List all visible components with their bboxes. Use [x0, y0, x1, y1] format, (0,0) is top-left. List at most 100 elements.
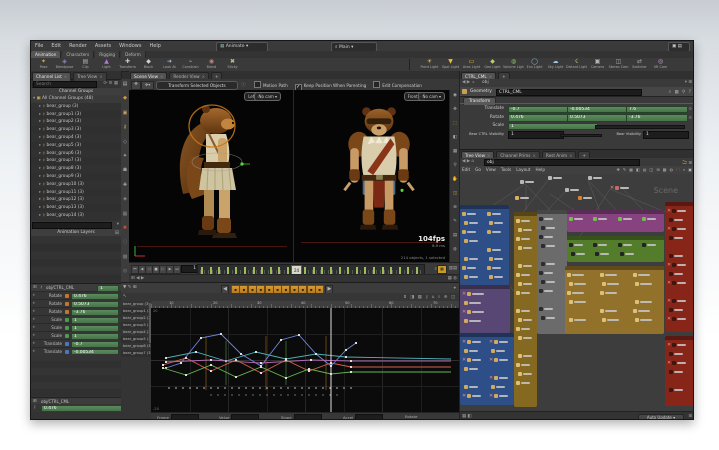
shelf-tool-stereo-cam[interactable]: ◫Stereo Cam [608, 58, 629, 71]
network-node[interactable] [464, 239, 478, 243]
param-field[interactable]: 0.476 [508, 114, 570, 122]
network-node[interactable] [520, 180, 534, 184]
keyframe-tick[interactable] [321, 267, 323, 274]
shelf-tool-sky-light[interactable]: ☁Sky Light [545, 58, 566, 71]
param-nav-right-icons[interactable]: ▾ ⊞ [685, 80, 692, 85]
strip-icon-10[interactable]: ✖ [121, 225, 129, 233]
network-node[interactable] [518, 372, 532, 376]
network-node[interactable] [541, 244, 555, 248]
net-menu-view[interactable]: View [486, 167, 496, 172]
network-node[interactable] [518, 354, 532, 358]
network-node[interactable]: ✕ [667, 343, 686, 347]
strip-icon-6[interactable]: ☗ [121, 167, 129, 175]
shelf-tool-spot-light[interactable]: ▼Spot Light [440, 58, 461, 71]
network-node[interactable] [462, 212, 476, 216]
keyframe-tick[interactable] [399, 267, 401, 274]
network-node[interactable] [462, 266, 476, 270]
check-keep-position-when-parenting[interactable]: ✓Keep Position When Parenting [295, 83, 367, 88]
move-tool-icon[interactable]: ✥ [131, 81, 141, 90]
network-node[interactable] [633, 273, 650, 277]
network-node[interactable] [569, 243, 583, 247]
keyframe-tick[interactable] [364, 267, 366, 274]
tree-item[interactable]: ▸ ⚷ bear_group1 (3) [31, 111, 121, 119]
network-node[interactable] [588, 176, 602, 180]
network-node[interactable] [567, 273, 584, 277]
shelf-tab-rigging[interactable]: Rigging [95, 51, 120, 58]
key-toggle-button[interactable]: ▦ [437, 265, 447, 274]
menu-windows[interactable]: Windows [115, 41, 145, 49]
param-menu-icon[interactable]: ⚙ [688, 115, 692, 120]
net-toolbar-icon-5[interactable]: ◫ [650, 167, 654, 172]
tree-item[interactable]: ▸ ⚷ bear_group6 (3) [31, 150, 121, 158]
keyframe-tick[interactable] [253, 267, 255, 274]
network-node[interactable] [487, 212, 501, 216]
network-node[interactable] [569, 318, 586, 322]
menu-file[interactable]: File [31, 41, 47, 49]
network-node[interactable] [600, 291, 617, 295]
network-node[interactable] [669, 370, 683, 374]
anim-group-item[interactable]: bear_group5 (3) [121, 336, 151, 343]
network-node[interactable] [635, 282, 652, 286]
tree-item[interactable]: ▸ ⚷ bear_group14 (3) [31, 212, 121, 220]
network-node[interactable]: ✕ [489, 358, 508, 362]
shelf-tool-look-at[interactable]: ➜Look At [159, 58, 180, 71]
filter-icon[interactable]: ▾ [117, 222, 119, 227]
net-status-left-icons[interactable]: ▦ ◧ [462, 414, 472, 419]
shelf-tool-blendpose[interactable]: ◈Blendpose [54, 58, 75, 71]
menu-help[interactable]: Help [145, 41, 164, 49]
network-node[interactable] [593, 217, 607, 221]
network-node[interactable] [464, 221, 478, 225]
keyframe-tick[interactable] [313, 267, 315, 274]
network-node[interactable] [635, 318, 652, 322]
keyframe-tick[interactable] [382, 267, 384, 274]
tree-item[interactable]: ▸ ⚷ bear_group12 (3) [31, 196, 121, 204]
strip-icon-9[interactable]: ▦ [121, 211, 129, 219]
strip-icon-11[interactable]: ◌ [121, 239, 129, 247]
net-toolbar-icon-2[interactable]: ▦ [629, 167, 633, 172]
network-node[interactable]: ✕ [667, 227, 686, 231]
net-toolbar-icon-11[interactable]: ▣ [688, 167, 692, 172]
menu-render[interactable]: Render [65, 41, 91, 49]
param-field[interactable]: -0.7 [508, 106, 570, 114]
character-side-view[interactable] [157, 98, 267, 248]
footer-value-field[interactable]: 0.476 [41, 405, 123, 412]
network-node[interactable] [539, 235, 553, 239]
tree-item[interactable]: ▸ ⚷ bear_group5 (3) [31, 142, 121, 150]
net-toolbar-icon-10[interactable]: ⌕ [683, 167, 685, 172]
netbox-1[interactable]: ✕✕ [460, 285, 510, 333]
shelf-tool-blend[interactable]: ◉Blend [201, 58, 222, 71]
network-node[interactable] [516, 309, 530, 313]
netbox-titlebar[interactable] [460, 205, 509, 209]
keyframe-tick[interactable] [373, 267, 375, 274]
key-icon[interactable]: ⚷ [33, 405, 36, 410]
network-node[interactable] [518, 282, 532, 286]
transform-selected-button[interactable]: Transform Selected Objects [156, 81, 238, 90]
viewport-display-icon-10[interactable]: ▤ [451, 233, 459, 241]
keyframe-tick[interactable] [390, 267, 392, 274]
channel-row[interactable]: ▸Scale1 [31, 332, 121, 340]
net-status-right-icon[interactable]: ⊞ [688, 414, 692, 419]
net-menu-tools[interactable]: Tools [501, 167, 511, 172]
network-node[interactable] [516, 219, 530, 223]
netbox-7[interactable] [565, 266, 664, 334]
footer-input-value[interactable] [231, 414, 259, 420]
node-name-field[interactable]: CTRL_CML [496, 89, 642, 96]
shelf-tool-switcher[interactable]: ⇄Switcher [629, 58, 650, 71]
viewport-display-icon-2[interactable]: ⬚ [451, 121, 459, 129]
anim-view-icons[interactable]: ⬍ ◨ ▦ ⚷ ⌂ ⌕ ⊕ ◫ [403, 294, 456, 300]
network-node[interactable] [669, 308, 683, 312]
handle-mode-dropdown[interactable]: ❖▾ [141, 81, 154, 90]
viewport-canvas[interactable]: Left ▾ No cam ▾ Front ▾ No cam ▾ [129, 90, 449, 262]
netbox-titlebar[interactable] [565, 266, 664, 270]
check-edit-compensation[interactable]: Edit Compensation [373, 83, 422, 88]
viewport-display-icon-9[interactable]: ✎ [451, 219, 459, 227]
shelf-tool-point-light[interactable]: ☀Point Light [419, 58, 440, 71]
nav-arrows-icons[interactable]: ◀ ▶ ⌅ [462, 80, 475, 85]
net-menu-go[interactable]: Go [475, 167, 481, 172]
network-node[interactable] [618, 243, 632, 247]
strip-icon-3[interactable]: ⚷ [121, 124, 129, 132]
shelf-tool-area-light[interactable]: ▭Area Light [461, 58, 482, 71]
network-node[interactable] [541, 226, 555, 230]
strip-icon-13[interactable]: ◍ [121, 268, 129, 276]
param-menu-icon[interactable]: ⚙ [688, 106, 692, 111]
